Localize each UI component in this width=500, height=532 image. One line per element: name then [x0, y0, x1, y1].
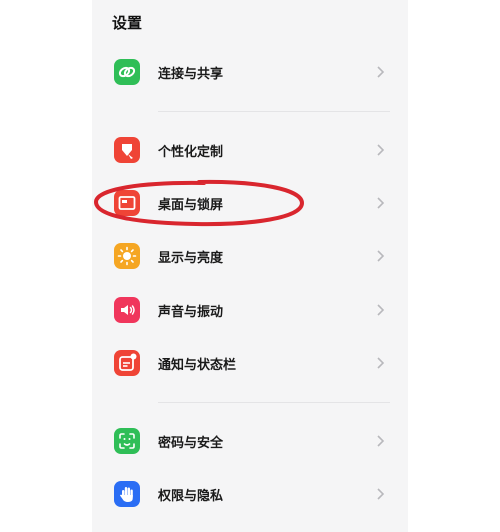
settings-item-notification-statusbar[interactable]: 通知与状态栏 [92, 338, 408, 388]
settings-item-display-brightness[interactable]: 显示与亮度 [92, 231, 408, 281]
group-divider [158, 402, 390, 403]
speaker-icon [114, 297, 140, 323]
settings-item-password-security[interactable]: 密码与安全 [92, 416, 408, 466]
settings-item-sound-vibration[interactable]: 声音与振动 [92, 285, 408, 335]
chevron-right-icon [377, 197, 385, 209]
notification-icon [114, 350, 140, 376]
settings-item-permission-privacy[interactable]: 权限与隐私 [92, 469, 408, 519]
sun-icon [114, 243, 140, 269]
chevron-right-icon [377, 357, 385, 369]
hand-icon [114, 481, 140, 507]
settings-item-label: 通知与状态栏 [158, 358, 237, 373]
settings-item-label: 密码与安全 [158, 436, 224, 451]
chevron-right-icon [377, 66, 385, 78]
link-share-icon [114, 59, 140, 85]
settings-item-connection-sharing[interactable]: 连接与共享 [92, 47, 408, 97]
settings-item-label: 个性化定制 [158, 145, 224, 160]
chevron-right-icon [377, 250, 385, 262]
settings-screen: 设置 连接与共享 个性化定制 桌面与锁屏 显示与亮度 声音与振动 通知与状态栏 … [92, 0, 408, 532]
chevron-right-icon [377, 488, 385, 500]
desktop-lock-icon [114, 190, 140, 216]
face-id-icon [114, 428, 140, 454]
settings-item-label: 连接与共享 [158, 67, 224, 82]
settings-item-personalization[interactable]: 个性化定制 [92, 125, 408, 175]
settings-item-label: 权限与隐私 [158, 489, 224, 504]
settings-item-label: 显示与亮度 [158, 251, 224, 266]
paint-brush-icon [114, 137, 140, 163]
settings-item-label: 声音与振动 [158, 305, 224, 320]
chevron-right-icon [377, 144, 385, 156]
settings-item-desktop-lockscreen[interactable]: 桌面与锁屏 [92, 178, 408, 228]
page-title: 设置 [112, 14, 143, 32]
settings-item-label: 桌面与锁屏 [158, 198, 224, 213]
chevron-right-icon [377, 304, 385, 316]
group-divider [158, 111, 390, 112]
chevron-right-icon [377, 435, 385, 447]
